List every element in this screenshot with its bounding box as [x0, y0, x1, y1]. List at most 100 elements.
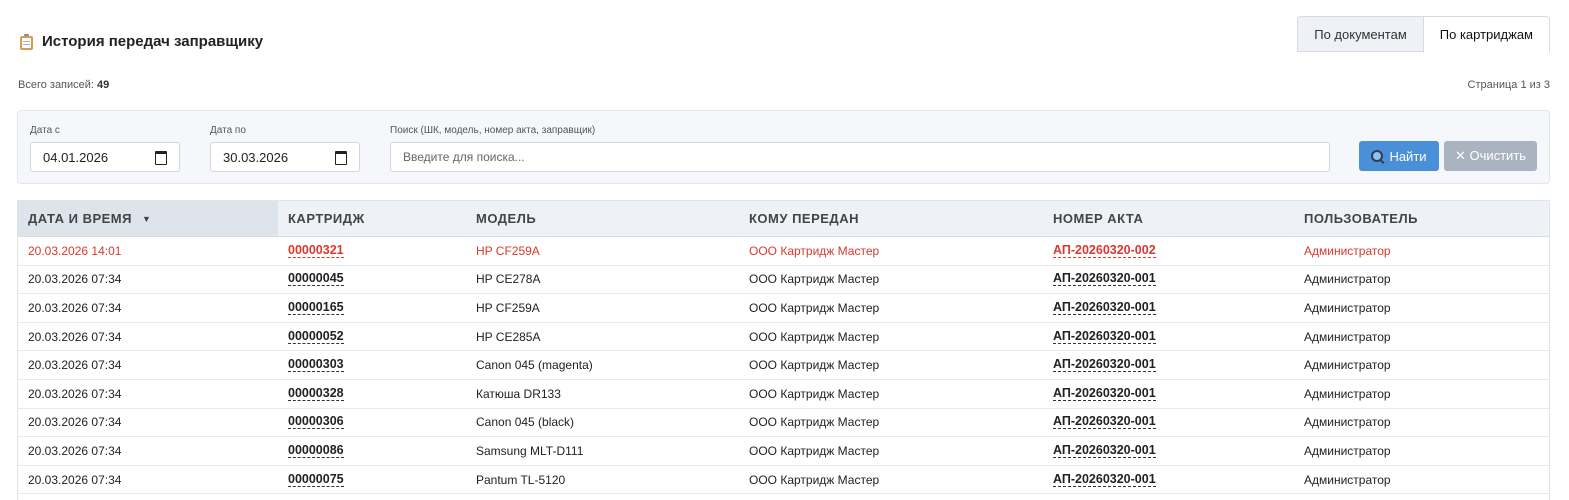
cell-act-number: АП-20260320-001 — [1043, 409, 1294, 437]
model-text: HP CF259A — [476, 300, 540, 315]
table-row[interactable]: 20.03.2026 07:34 00000328 Катюша DR133 ООО … — [18, 380, 1549, 409]
cell-datetime: 20.03.2026 07:34 — [18, 437, 278, 465]
table-body: 20.03.2026 14:01 00000321 HP CF259A ООО Кар… — [18, 237, 1549, 495]
date-to-input[interactable]: 30.03.2026 — [210, 142, 360, 172]
cell-recipient: ООО Картридж Мастер — [739, 437, 1043, 465]
act-number-link[interactable]: АП-20260320-001 — [1053, 472, 1156, 487]
cell-recipient: ООО Картридж Мастер — [739, 266, 1043, 294]
date-from-input[interactable]: 04.01.2026 — [30, 142, 180, 172]
table-row[interactable]: 20.03.2026 07:34 00000303 Canon 045 (magen… — [18, 351, 1549, 380]
calendar-icon[interactable] — [155, 151, 167, 165]
table-row[interactable]: 20.03.2026 07:34 00000052 HP CE285A ООО Кар… — [18, 323, 1549, 352]
recipient-text: ООО Картридж Мастер — [749, 243, 880, 258]
cell-recipient: ООО Картридж Мастер — [739, 237, 1043, 265]
table-header: ДАТА И ВРЕМЯ ▼ КАРТРИДЖ МОДЕЛЬ КОМУ ПЕРЕ… — [18, 201, 1549, 237]
cell-model: Canon 045 (magenta) — [466, 351, 739, 379]
cell-user: Администратор — [1294, 409, 1549, 437]
cell-act-number: АП-20260320-001 — [1043, 323, 1294, 351]
cell-recipient: ООО Картридж Мастер — [739, 351, 1043, 379]
cartridge-link[interactable]: 00000075 — [288, 472, 344, 487]
cell-recipient: ООО Картридж Мастер — [739, 466, 1043, 494]
filter-panel: Дата с 04.01.2026 Дата по 30.03.2026 Пои… — [17, 110, 1550, 184]
date-from-label: Дата с — [30, 125, 60, 136]
cell-cartridge: 00000086 — [278, 437, 466, 465]
cell-cartridge: 00000328 — [278, 380, 466, 408]
table-row[interactable]: 20.03.2026 07:34 00000165 HP CF259A ООО Кар… — [18, 294, 1549, 323]
recipient-text: ООО Картридж Мастер — [749, 415, 880, 430]
act-number-link[interactable]: АП-20260320-001 — [1053, 300, 1156, 315]
act-number-link[interactable]: АП-20260320-001 — [1053, 329, 1156, 344]
find-button[interactable]: Найти — [1359, 141, 1439, 171]
column-user[interactable]: ПОЛЬЗОВАТЕЛЬ — [1294, 201, 1549, 236]
cell-user: Администратор — [1294, 351, 1549, 379]
cell-model: Canon 045 (black) — [466, 409, 739, 437]
recipient-text: ООО Картридж Мастер — [749, 358, 880, 373]
history-table: ДАТА И ВРЕМЯ ▼ КАРТРИДЖ МОДЕЛЬ КОМУ ПЕРЕ… — [17, 200, 1550, 500]
table-row[interactable]: 20.03.2026 07:34 00000086 Samsung MLT-D111… — [18, 437, 1549, 466]
user-text: Администратор — [1304, 272, 1391, 287]
act-number-link[interactable]: АП-20260320-001 — [1053, 415, 1156, 430]
magnifier-icon — [1371, 150, 1384, 162]
clear-button[interactable]: ✕ Очистить — [1444, 141, 1537, 171]
table-row[interactable]: 20.03.2026 07:34 00000045 HP CE278A ООО Кар… — [18, 266, 1549, 295]
cell-act-number: АП-20260320-002 — [1043, 237, 1294, 265]
cell-cartridge: 00000321 — [278, 237, 466, 265]
search-label: Поиск (ШК, модель, номер акта, заправщик… — [390, 125, 596, 136]
act-number-link[interactable]: АП-20260320-001 — [1053, 358, 1156, 373]
cartridge-link[interactable]: 00000165 — [288, 300, 344, 315]
datetime-text: 20.03.2026 07:34 — [28, 329, 122, 344]
cell-model: HP CE285A — [466, 323, 739, 351]
cell-cartridge: 00000075 — [278, 466, 466, 494]
cartridge-link[interactable]: 00000321 — [288, 243, 344, 258]
model-text: Canon 045 (black) — [476, 415, 575, 430]
datetime-text: 20.03.2026 07:34 — [28, 358, 122, 373]
cell-model: Pantum TL-5120 — [466, 466, 739, 494]
act-number-link[interactable]: АП-20260320-001 — [1053, 272, 1156, 287]
table-row[interactable]: 20.03.2026 14:01 00000321 HP CF259A ООО Кар… — [18, 237, 1549, 266]
cell-recipient: ООО Картридж Мастер — [739, 409, 1043, 437]
cartridge-link[interactable]: 00000086 — [288, 443, 344, 458]
cell-user: Администратор — [1294, 380, 1549, 408]
tab-by-documents[interactable]: По документам — [1297, 16, 1423, 52]
act-number-link[interactable]: АП-20260320-001 — [1053, 443, 1156, 458]
cartridge-link[interactable]: 00000045 — [288, 272, 344, 287]
cell-user: Администратор — [1294, 266, 1549, 294]
page-title-block: История передач заправщику — [20, 33, 263, 50]
cartridge-link[interactable]: 00000306 — [288, 415, 344, 430]
search-input[interactable]: Введите для поиска... — [390, 142, 1330, 172]
cell-model: HP CF259A — [466, 237, 739, 265]
find-button-label: Найти — [1389, 148, 1427, 164]
cartridge-link[interactable]: 00000052 — [288, 329, 344, 344]
act-number-link[interactable]: АП-20260320-002 — [1053, 243, 1156, 258]
column-act-number[interactable]: НОМЕР АКТА — [1043, 201, 1294, 236]
column-model[interactable]: МОДЕЛЬ — [466, 201, 739, 236]
cell-model: Samsung MLT-D111 — [466, 437, 739, 465]
model-text: Canon 045 (magenta) — [476, 358, 593, 373]
cell-datetime: 20.03.2026 07:34 — [18, 351, 278, 379]
table-row[interactable]: 20.03.2026 07:34 00000306 Canon 045 (black… — [18, 409, 1549, 438]
user-text: Администратор — [1304, 415, 1391, 430]
user-text: Администратор — [1304, 358, 1391, 373]
table-row[interactable]: 20.03.2026 07:34 00000075 Pantum TL-5120 ОО… — [18, 466, 1549, 495]
cell-user: Администратор — [1294, 466, 1549, 494]
user-text: Администратор — [1304, 386, 1391, 401]
view-tabs: По документам По картриджам — [1297, 16, 1550, 53]
column-recipient[interactable]: КОМУ ПЕРЕДАН — [739, 201, 1043, 236]
column-cartridge[interactable]: КАРТРИДЖ — [278, 201, 466, 236]
cell-datetime: 20.03.2026 07:34 — [18, 266, 278, 294]
user-text: Администратор — [1304, 300, 1391, 315]
page-info: Страница 1 из 3 — [1467, 79, 1550, 91]
act-number-link[interactable]: АП-20260320-001 — [1053, 386, 1156, 401]
calendar-icon[interactable] — [335, 151, 347, 165]
model-text: Pantum TL-5120 — [476, 472, 566, 487]
column-datetime[interactable]: ДАТА И ВРЕМЯ ▼ — [18, 201, 278, 236]
cell-cartridge: 00000045 — [278, 266, 466, 294]
model-text: HP CE278A — [476, 272, 541, 287]
user-text: Администратор — [1304, 329, 1391, 344]
cell-cartridge: 00000165 — [278, 294, 466, 322]
cartridge-link[interactable]: 00000303 — [288, 358, 344, 373]
tab-by-cartridges[interactable]: По картриджам — [1422, 16, 1550, 53]
date-to-label: Дата по — [210, 125, 246, 136]
cell-datetime: 20.03.2026 14:01 — [18, 237, 278, 265]
cartridge-link[interactable]: 00000328 — [288, 386, 344, 401]
